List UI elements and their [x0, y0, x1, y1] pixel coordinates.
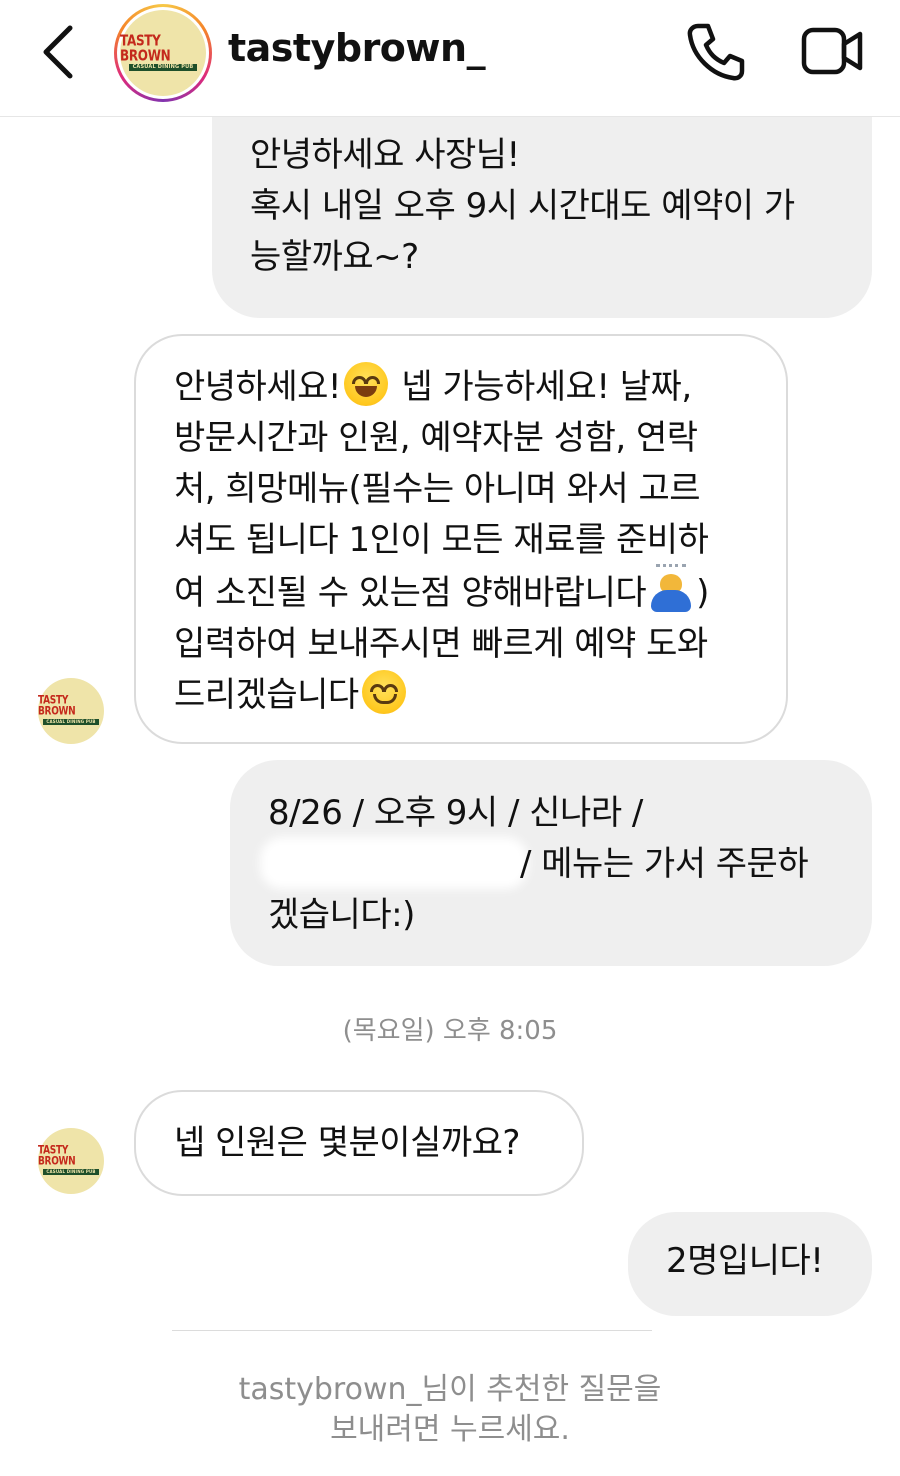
dm-screen: TASTY BROWN CASUAL DINING PUB tastybrown… [0, 0, 900, 1476]
suggest-line: tastybrown_님이 추천한 질문을 [238, 1372, 662, 1407]
message-line: 능할까요~? [250, 237, 419, 277]
message-text: 방문시간과 인원, 예약자분 성함, 연락 [174, 418, 698, 458]
message-text: 넵 가능하세요! 날짜, [391, 367, 692, 407]
logo-subtitle: CASUAL DINING PUB [43, 1168, 99, 1175]
profile-avatar[interactable]: TASTY BROWN CASUAL DINING PUB [114, 4, 212, 102]
person-bowing-icon [648, 564, 694, 612]
message-text: 2명입니다! [666, 1241, 824, 1281]
logo-name: TASTY BROWN [38, 694, 76, 718]
divider [172, 1330, 652, 1331]
message-text: 넵 인원은 몇분이실까요? [174, 1123, 520, 1163]
message-outgoing[interactable]: 8/26 / 오후 9시 / 신나라 / / 메뉴는 가서 주문하 겠습니다:) [230, 760, 872, 966]
chat-header: TASTY BROWN CASUAL DINING PUB tastybrown… [0, 0, 900, 117]
message-text: 드리겠습니다 [174, 675, 359, 715]
tasty-brown-logo: TASTY BROWN CASUAL DINING PUB [38, 678, 104, 744]
back-button[interactable] [30, 20, 86, 84]
emoji-detail [651, 590, 692, 612]
phone-icon [687, 23, 745, 81]
logo-name: TASTY BROWN [38, 1144, 76, 1168]
message-text: 처, 희망메뉴(필수는 아니며 와서 고르 [174, 469, 701, 509]
message-incoming[interactable]: 넵 인원은 몇분이실까요? [134, 1090, 584, 1196]
message-line: 혹시 내일 오후 9시 시간대도 예약이 가 [250, 186, 795, 226]
message-text: 여 소진될 수 있는점 양해바랍니다 [174, 573, 647, 613]
message-timestamp: (목요일) 오후 8:05 [342, 1016, 558, 1046]
video-call-button[interactable] [800, 22, 864, 80]
message-incoming[interactable]: 안녕하세요! 넵 가능하세요! 날짜, 방문시간과 인원, 예약자분 성함, 연… [134, 334, 788, 744]
logo-name: TASTY BROWN [120, 31, 171, 64]
message-outgoing[interactable]: 2명입니다! [628, 1212, 872, 1316]
suggested-question-prompt[interactable]: tastybrown_님이 추천한 질문을 보내려면 누르세요. [150, 1370, 750, 1450]
video-camera-icon [801, 27, 863, 75]
chat-username[interactable]: tastybrown_ [228, 26, 486, 70]
avatar-ring-inner: TASTY BROWN CASUAL DINING PUB [117, 7, 209, 99]
logo-subtitle: CASUAL DINING PUB [128, 63, 198, 71]
message-text: 입력하여 보내주시면 빠르게 예약 도와 [174, 624, 708, 664]
chevron-left-icon [43, 25, 73, 79]
voice-call-button[interactable] [684, 22, 746, 82]
message-text: 셔도 됩니다 1인이 모든 재료를 준비하 [174, 520, 709, 560]
message-text: 안녕하세요! [174, 367, 342, 407]
tasty-brown-logo: TASTY BROWN CASUAL DINING PUB [38, 1128, 104, 1194]
message-outgoing[interactable]: 안녕하세요 사장님! 혹시 내일 오후 9시 시간대도 예약이 가 능할까요~? [212, 100, 872, 318]
sender-avatar[interactable]: TASTY BROWN CASUAL DINING PUB [38, 678, 104, 744]
message-text: / 메뉴는 가서 주문하 [520, 844, 809, 884]
emoji-mouth [355, 386, 378, 397]
smiling-face-icon [361, 670, 406, 714]
message-text: ) [696, 573, 709, 613]
tasty-brown-logo: TASTY BROWN CASUAL DINING PUB [120, 10, 206, 96]
logo-subtitle: CASUAL DINING PUB [43, 718, 99, 725]
message-text: 겠습니다:) [268, 895, 415, 935]
emoji-mouth [372, 694, 397, 704]
message-text: 8/26 / 오후 9시 / 신나라 / [268, 793, 643, 833]
message-line: 안녕하세요 사장님! [250, 135, 520, 175]
redacted-region [268, 845, 520, 881]
grinning-face-icon [344, 362, 389, 406]
sender-avatar[interactable]: TASTY BROWN CASUAL DINING PUB [38, 1128, 104, 1194]
suggest-line: 보내려면 누르세요. [330, 1412, 570, 1447]
